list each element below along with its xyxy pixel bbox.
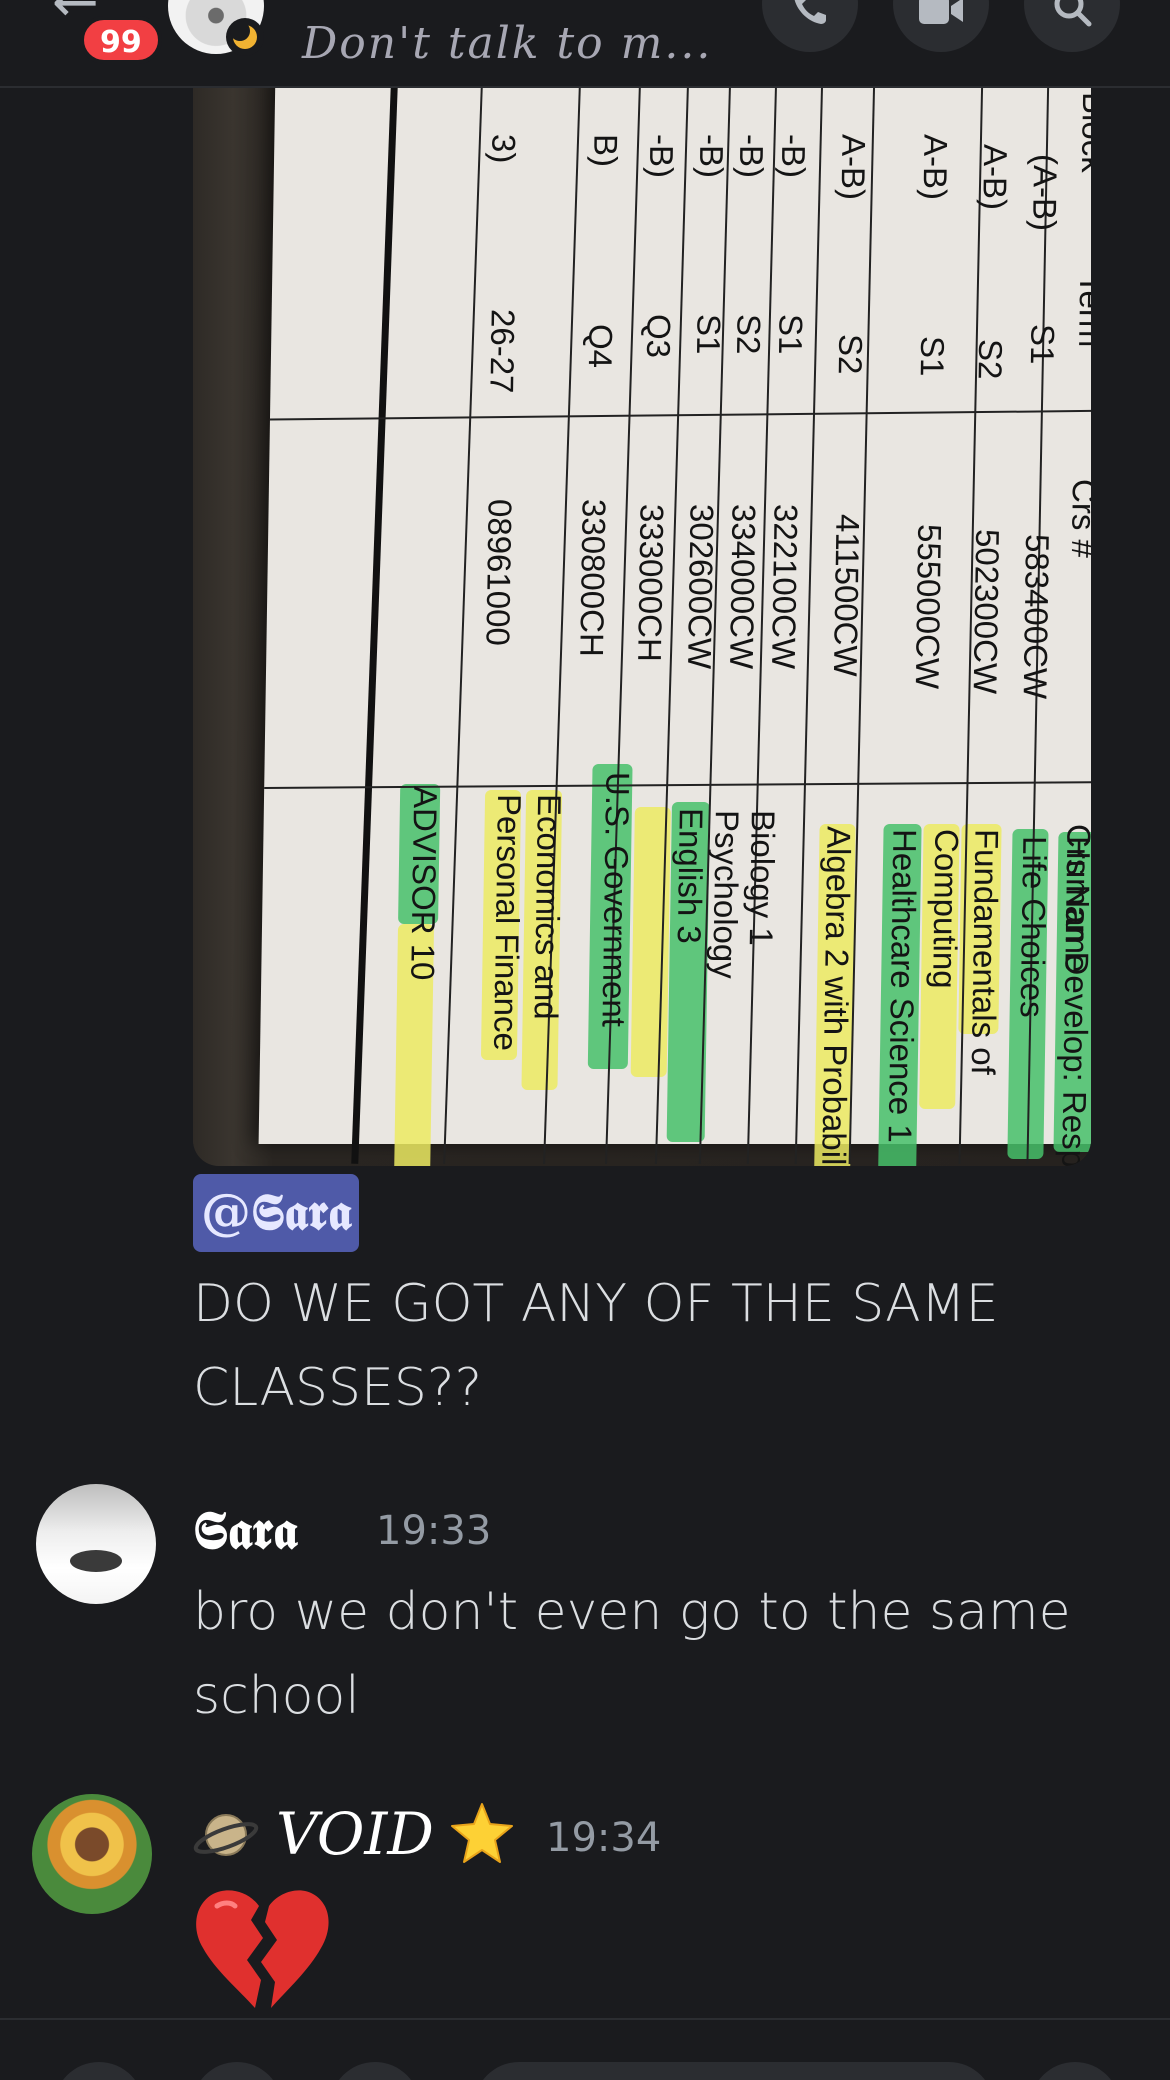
row-course-number: 502300CW — [966, 529, 1007, 695]
row-course-number: 411500CW — [826, 514, 867, 677]
row-course-number: 330800CH — [573, 499, 613, 657]
message-input[interactable] — [474, 2062, 994, 2080]
row-term: 26-27 — [483, 309, 522, 394]
row-course-name: U.S. Government — [595, 772, 637, 1027]
row-course-number: 555000CW — [908, 524, 949, 690]
row-block: -B) — [732, 134, 771, 178]
row-course-name: Personal Finance — [487, 794, 529, 1051]
channel-title[interactable]: Don't talk to m... — [302, 18, 712, 69]
row-course-name: Life Choices — [1013, 836, 1054, 1018]
message-text: bro we don't even go to the same school — [193, 1582, 1071, 1726]
row-course-number: 333000CH — [631, 504, 671, 662]
row-block: -B) — [692, 134, 731, 178]
row-term: S2 — [831, 334, 870, 375]
row-block: -B) — [642, 134, 681, 178]
row-term: S1 — [1023, 324, 1062, 365]
row-block: A-B) — [916, 134, 955, 200]
search-button[interactable] — [1024, 0, 1120, 52]
message-text: DO WE GOT ANY OF THE SAME CLASSES?? — [193, 1274, 999, 1418]
column-header-course-number: Crs # — [1064, 479, 1091, 558]
avatar[interactable] — [32, 1794, 152, 1914]
message-timestamp: 19:33 — [376, 1508, 492, 1554]
gift-button[interactable] — [330, 2062, 420, 2080]
row-course-name: English 3 — [670, 808, 710, 944]
column-header-term: Term — [1072, 274, 1091, 348]
idle-moon-icon — [226, 18, 264, 56]
apps-button[interactable] — [192, 2062, 282, 2080]
row-course-number: 08961000 — [479, 499, 519, 646]
unread-badge: 99 — [80, 16, 162, 64]
schedule-paper: Block Term Crs # Crs Name (A-B) S1 58340… — [258, 88, 1091, 1166]
user-mention[interactable]: @𝕾𝖆𝖗𝖆 — [193, 1174, 360, 1252]
composer-bar — [0, 2018, 1170, 2080]
username[interactable]: VOID — [276, 1800, 434, 1868]
row-course-name: Psychology — [706, 810, 746, 979]
row-block: -B) — [774, 134, 813, 178]
row-term: Q3 — [639, 314, 678, 359]
table-divider — [443, 88, 484, 1164]
row-course-name: Healthcare Science 1 — [881, 829, 924, 1143]
row-course-number: 583400CW — [1016, 534, 1057, 700]
row-course-name: Algebra 2 with Probability — [814, 826, 858, 1166]
row-term: S1 — [913, 336, 952, 377]
call-button[interactable] — [762, 0, 858, 52]
phone-icon — [794, 0, 826, 24]
username[interactable]: 𝕾𝖆𝖗𝖆 — [193, 1500, 297, 1562]
row-course-number: 302600CW — [681, 504, 721, 670]
planet-icon — [193, 1814, 259, 1856]
broken-heart-icon — [196, 1890, 329, 2008]
add-attachment-button[interactable] — [54, 2062, 144, 2080]
row-term: S1 — [771, 314, 810, 355]
column-divider — [269, 409, 1091, 421]
row-block: A-B) — [976, 144, 1015, 210]
row-block: (A-B) — [1025, 154, 1065, 231]
row-block: A-B) — [834, 134, 873, 200]
video-call-button[interactable] — [893, 0, 989, 52]
row-course-name: Economics and — [527, 794, 569, 1020]
row-course-name: Biology 1 — [742, 810, 782, 946]
channel-header: ← 99 Don't talk to m... — [0, 0, 1170, 88]
row-block: 3) — [485, 134, 523, 164]
image-attachment[interactable]: Block Term Crs # Crs Name (A-B) S1 58340… — [193, 88, 1091, 1166]
row-block: B) — [586, 134, 625, 167]
star-icon — [451, 1803, 513, 1863]
row-course-name: Human Develop: Resp — [1055, 836, 1091, 1166]
row-term: Q4 — [581, 324, 620, 369]
row-course-name: ADVISOR 10 — [404, 786, 445, 981]
row-term: S1 — [690, 314, 728, 355]
row-term: S2 — [971, 339, 1010, 380]
search-icon — [1054, 0, 1092, 27]
table-border — [351, 88, 399, 1164]
column-header-block: Block — [1074, 92, 1091, 173]
avatar[interactable] — [36, 1484, 156, 1604]
voice-message-button[interactable] — [1030, 2062, 1120, 2080]
row-term: S2 — [729, 314, 768, 355]
row-course-name: Fundamentals of — [964, 829, 1006, 1075]
row-course-number: 334000CW — [723, 504, 763, 670]
row-course-name: Computing — [926, 829, 966, 989]
message-timestamp: 19:34 — [546, 1815, 662, 1861]
video-icon — [919, 0, 963, 24]
row-course-number: 322100CW — [765, 504, 805, 670]
